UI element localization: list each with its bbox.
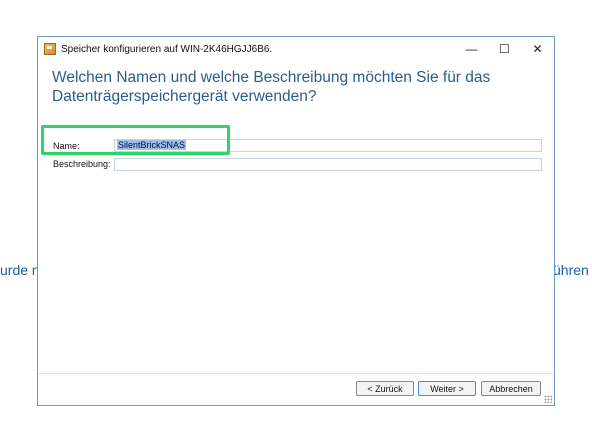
name-label: Name: xyxy=(53,141,80,151)
next-button[interactable]: Weiter > xyxy=(418,381,476,396)
window-title: Speicher konfigurieren auf WIN-2K46HGJJ6… xyxy=(61,43,273,55)
minimize-button[interactable]: — xyxy=(455,37,488,61)
storage-app-icon xyxy=(44,43,56,55)
name-field[interactable]: SilentBrickSNAS xyxy=(114,139,542,152)
cancel-button[interactable]: Abbrechen xyxy=(481,381,541,396)
page-heading: Welchen Namen und welche Beschreibung mö… xyxy=(52,69,491,105)
background-text-left: urde n xyxy=(0,262,40,278)
configure-storage-dialog: Speicher konfigurieren auf WIN-2K46HGJJ6… xyxy=(37,36,555,406)
window-controls: — ☐ ✕ xyxy=(455,37,554,61)
title-bar[interactable]: Speicher konfigurieren auf WIN-2K46HGJJ6… xyxy=(38,37,554,61)
description-field[interactable] xyxy=(114,158,542,171)
back-button[interactable]: < Zurück xyxy=(356,381,414,396)
name-field-value: SilentBrickSNAS xyxy=(117,140,187,150)
resize-grip[interactable] xyxy=(544,395,552,403)
footer-divider xyxy=(38,373,554,374)
maximize-button[interactable]: ☐ xyxy=(488,37,521,61)
close-button[interactable]: ✕ xyxy=(521,37,554,61)
background-text-right: ühren xyxy=(553,262,589,278)
description-label: Beschreibung: xyxy=(53,159,111,169)
